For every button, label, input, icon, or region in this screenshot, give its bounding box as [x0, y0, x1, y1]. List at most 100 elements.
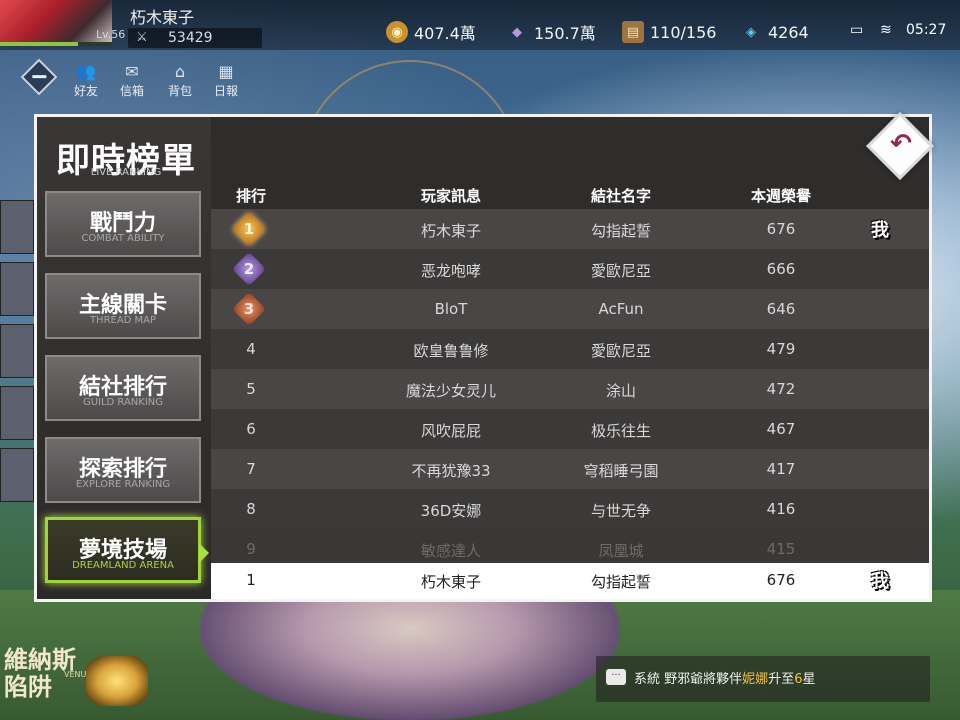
header-player: 玩家訊息 — [420, 187, 481, 205]
table-row[interactable]: 5 魔法少女灵儿 涂山 472 — [211, 369, 929, 409]
honor-cell: 417 — [766, 460, 796, 478]
nav-bag-button[interactable]: ⌂ 背包 — [162, 62, 198, 99]
rank-cell: 1 — [246, 571, 256, 589]
ranking-panel-inner: 即時榜單 LIVE RANKING COMBAT ABILITY 戰鬥力 THR… — [37, 117, 929, 599]
guild-name-cell: 勾指起誓 — [590, 222, 651, 240]
guild-name-cell: 极乐往生 — [590, 422, 651, 440]
guild-name-cell: 愛歐尼亞 — [590, 342, 651, 360]
tab-label: 戰鬥力 — [89, 211, 156, 236]
crystal-resource[interactable]: ◆ 150.7萬 — [506, 20, 596, 44]
guild-name-cell: 愛歐尼亞 — [590, 262, 651, 280]
header-honor: 本週榮譽 — [750, 187, 811, 205]
treasure-chest-icon: ▤ — [622, 21, 644, 43]
gold-resource[interactable]: ◉ 407.4萬 — [386, 20, 476, 44]
nav-daily-label: 日報 — [213, 84, 238, 98]
nav-mail-label: 信箱 — [119, 84, 144, 98]
inventory-value: 110/156 — [650, 22, 717, 42]
honor-cell: 646 — [766, 300, 796, 318]
table-header: 排行 玩家訊息 結社名字 本週榮譽 — [211, 185, 929, 209]
combat-power-value: 53429 — [168, 30, 213, 46]
player-level: Lv.56 — [96, 28, 126, 41]
my-rank-row[interactable]: 1 朽木東子 勾指起誓 676 我 — [211, 563, 929, 599]
gold-coin-icon: ◉ — [386, 21, 408, 43]
player-name-cell: 朽木東子 — [420, 573, 481, 591]
gold-medal-icon: 1 — [233, 213, 265, 245]
table-row[interactable]: 3 BloT AcFun 646 — [211, 289, 929, 329]
tab-explore-ranking[interactable]: EXPLORE RANKING 探索排行 — [45, 437, 201, 503]
rank-cell: 5 — [246, 380, 256, 398]
rank-cell: 9 — [246, 540, 256, 558]
wifi-icon: ≋ — [880, 22, 892, 38]
chat-message: 系統 野邪爺將夥伴妮娜升至6星 — [634, 668, 816, 687]
table-row[interactable]: 7 不再犹豫33 穹稻睡弓園 417 — [211, 449, 929, 489]
panel-subtitle: LIVE RANKING — [90, 167, 162, 178]
tab-guild-ranking[interactable]: GUILD RANKING 結社排行 — [45, 355, 201, 421]
table-row[interactable]: 4 欧皇鲁鲁修 愛歐尼亞 479 — [211, 329, 929, 369]
experience-bar — [0, 42, 112, 46]
side-card — [0, 386, 34, 440]
left-side-cards — [0, 200, 34, 520]
tab-label: 夢境技場 — [78, 538, 167, 563]
player-name-cell: 风吹屁屁 — [420, 422, 481, 440]
guild-name-cell: 穹稻睡弓園 — [583, 462, 659, 480]
rank-cell: 4 — [246, 340, 256, 358]
guild-name-cell: 凤凰城 — [598, 542, 644, 560]
chat-text: 野邪爺將夥伴 — [664, 672, 743, 687]
tab-dreamland-arena[interactable]: DREAMLAND ARENA 夢境技場 — [45, 517, 201, 583]
chat-highlight-name: 妮娜 — [742, 672, 769, 687]
bag-icon: ⌂ — [174, 62, 186, 81]
guild-name-cell: AcFun — [598, 300, 644, 318]
clock-time: 05:27 — [906, 22, 947, 38]
diamond-value: 4264 — [768, 22, 809, 42]
bronze-medal-icon: 3 — [233, 293, 265, 325]
combat-power-box: ⚔ 53429 — [128, 28, 262, 48]
side-card — [0, 200, 34, 254]
player-name-cell: BloT — [434, 300, 468, 318]
nav-mail-button[interactable]: ✉ 信箱 — [114, 62, 150, 99]
table-row[interactable]: 2 恶龙咆哮 愛歐尼亞 666 — [211, 249, 929, 289]
sword-icon: ⚔ — [136, 30, 148, 45]
me-tag: 我 — [871, 220, 889, 241]
chat-bubble-icon: ··· — [606, 669, 626, 685]
ranking-category-sidebar: 即時榜單 LIVE RANKING COMBAT ABILITY 戰鬥力 THR… — [37, 117, 211, 599]
side-card — [0, 262, 34, 316]
ranking-panel: 即時榜單 LIVE RANKING COMBAT ABILITY 戰鬥力 THR… — [34, 114, 932, 602]
minus-icon — [32, 75, 47, 79]
guild-name-cell: 涂山 — [605, 382, 636, 400]
honor-cell: 472 — [766, 380, 796, 398]
rank-cell: 7 — [246, 460, 256, 478]
back-button[interactable]: ↶ — [862, 108, 938, 184]
chat-text: 升至 — [768, 672, 795, 687]
player-name-cell: 36D安娜 — [420, 502, 482, 520]
nav-friends-button[interactable]: 👥 好友 — [68, 62, 104, 99]
diamond-resource[interactable]: ◈ 4264 — [740, 20, 809, 44]
me-tag: 我 — [871, 571, 889, 592]
inventory-resource[interactable]: ▤ 110/156 — [622, 20, 716, 44]
treasure-pile-icon — [86, 656, 148, 706]
side-card — [0, 324, 34, 378]
system-chat-bar[interactable]: ··· 系統 野邪爺將夥伴妮娜升至6星 — [596, 656, 930, 702]
honor-cell: 676 — [766, 571, 796, 589]
tab-label: 主線關卡 — [78, 293, 167, 318]
table-row[interactable]: 8 36D安娜 与世无争 416 — [211, 489, 929, 529]
chat-prefix: 系統 — [634, 672, 661, 687]
mail-icon: ✉ — [125, 62, 139, 81]
table-row[interactable]: 6 风吹屁屁 极乐往生 467 — [211, 409, 929, 449]
player-name-cell: 不再犹豫33 — [411, 462, 491, 480]
honor-cell: 415 — [766, 540, 796, 558]
player-name-cell: 敏感達人 — [420, 542, 481, 560]
diamond-icon: ◈ — [746, 24, 756, 40]
tab-combat-ability[interactable]: COMBAT ABILITY 戰鬥力 — [45, 191, 201, 257]
crystal-value: 150.7萬 — [534, 24, 596, 43]
honor-cell: 416 — [766, 500, 796, 518]
crystal-icon: ◆ — [512, 24, 522, 40]
friends-icon: 👥 — [76, 62, 96, 81]
background-character-art — [200, 590, 620, 720]
tab-label: 結社排行 — [78, 375, 167, 400]
table-row[interactable]: 1 朽木東子 勾指起誓 676 我 — [211, 209, 929, 249]
honor-cell: 467 — [766, 420, 796, 438]
nav-daily-button[interactable]: ▦ 日報 — [208, 62, 244, 99]
gold-value: 407.4萬 — [414, 24, 476, 43]
tab-thread-map[interactable]: THREAD MAP 主線關卡 — [45, 273, 201, 339]
active-tab-indicator — [199, 543, 209, 563]
